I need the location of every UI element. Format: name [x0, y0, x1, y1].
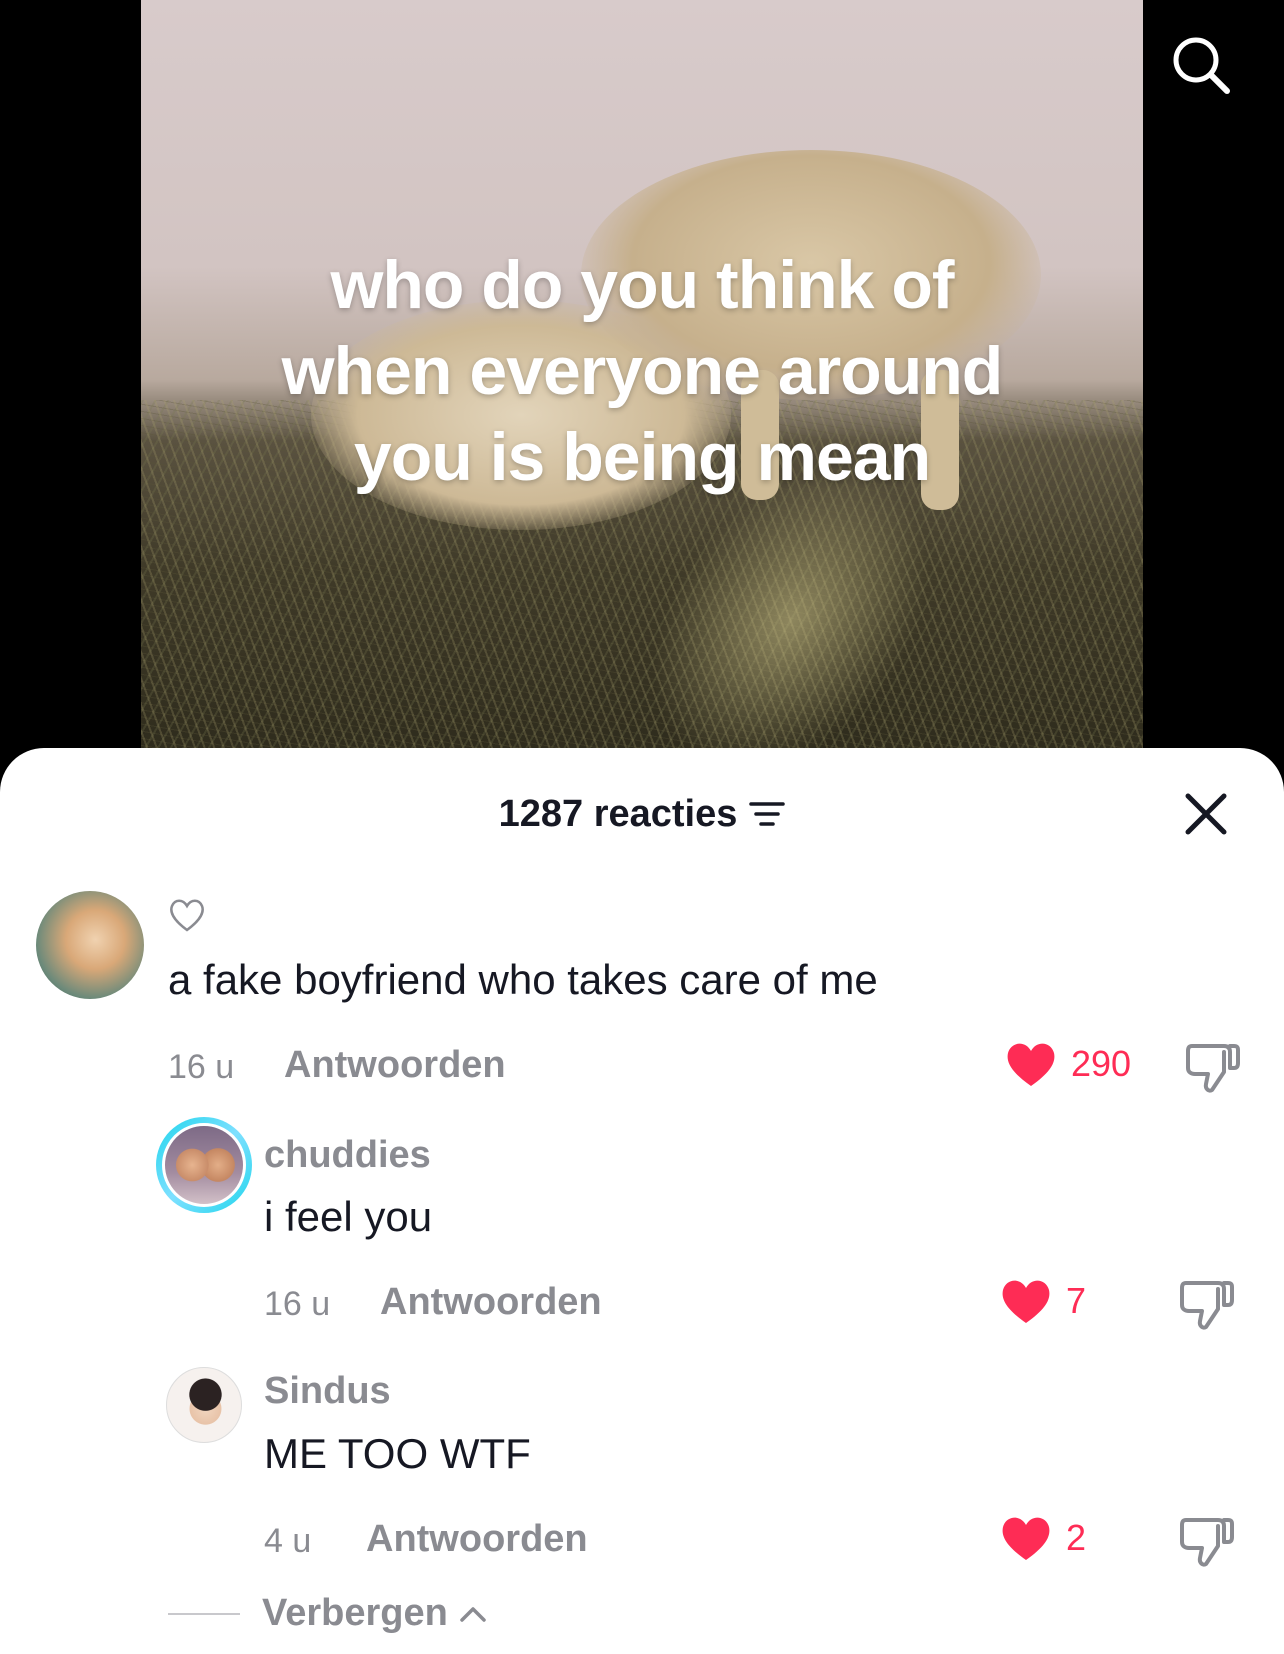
avatar: [162, 1123, 246, 1207]
close-button[interactable]: [1180, 788, 1232, 840]
heart-outline-icon[interactable]: [168, 897, 206, 933]
comment-count-sort[interactable]: 1287 reacties: [499, 793, 786, 836]
comments-header: 1287 reacties: [0, 784, 1284, 844]
caption-line: when everyone around: [281, 333, 1004, 409]
avatar[interactable]: [166, 1367, 242, 1443]
comment-count-label: 1287 reacties: [498, 792, 738, 835]
hide-replies-label: Verbergen: [262, 1592, 448, 1634]
avatar-story-ring[interactable]: [156, 1117, 252, 1213]
caption-line: who do you think of: [330, 247, 954, 323]
hide-replies-button[interactable]: Verbergen: [262, 1592, 488, 1635]
video-player[interactable]: who do you think of when everyone around…: [0, 0, 1284, 760]
comment-username[interactable]: Sindus: [264, 1370, 391, 1413]
heart-icon: [1007, 1043, 1055, 1086]
thumbs-down-icon[interactable]: [1178, 1514, 1236, 1570]
video-caption-overlay: who do you think of when everyone around…: [141, 242, 1143, 500]
video-frame[interactable]: who do you think of when everyone around…: [141, 0, 1143, 760]
caption-line: you is being mean: [353, 419, 931, 495]
comment-time: 4 u: [264, 1522, 312, 1560]
hide-replies-row: Verbergen: [168, 1592, 488, 1635]
like-button[interactable]: 290: [1005, 1040, 1131, 1088]
comment-text: i feel you: [264, 1193, 433, 1240]
divider: [168, 1612, 240, 1615]
chevron-up-icon: [460, 1606, 486, 1622]
avatar[interactable]: [36, 891, 144, 999]
like-count: 2: [1066, 1517, 1087, 1558]
comment-text: a fake boyfriend who takes care of me: [168, 956, 878, 1003]
heart-icon: [1002, 1517, 1050, 1560]
like-button[interactable]: 7: [1000, 1277, 1086, 1325]
close-icon: [1185, 793, 1227, 835]
thumbs-down-icon[interactable]: [1184, 1040, 1242, 1096]
reply-button[interactable]: Antwoorden: [284, 1044, 506, 1087]
like-button[interactable]: 2: [1000, 1514, 1086, 1562]
reply-button[interactable]: Antwoorden: [380, 1281, 602, 1324]
like-count: 7: [1066, 1280, 1087, 1321]
comment-time: 16 u: [168, 1048, 235, 1086]
thumbs-down-icon[interactable]: [1178, 1277, 1236, 1333]
like-count: 290: [1071, 1043, 1132, 1084]
comment-time: 16 u: [264, 1285, 331, 1323]
search-button[interactable]: [1166, 30, 1236, 100]
comment-username[interactable]: chuddies: [264, 1134, 431, 1177]
comment-text: ME TOO WTF: [264, 1430, 531, 1477]
reply-button[interactable]: Antwoorden: [366, 1518, 588, 1561]
search-icon: [1173, 37, 1230, 94]
heart-icon: [1002, 1280, 1050, 1323]
filter-icon[interactable]: [749, 799, 786, 829]
